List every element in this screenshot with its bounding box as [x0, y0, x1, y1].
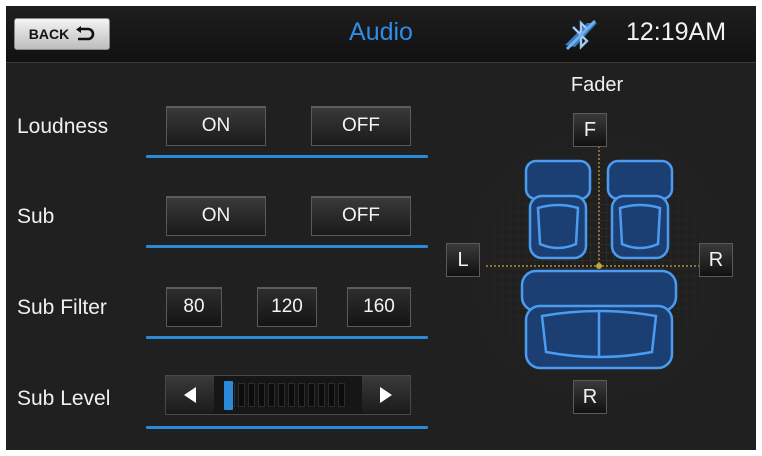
back-button[interactable]: BACK [14, 18, 110, 50]
sub-filter-120-button[interactable]: 120 [257, 287, 317, 327]
sub-level-track[interactable] [228, 383, 350, 407]
arrow-right-icon [380, 387, 392, 403]
sub-level-label: Sub Level [17, 387, 111, 410]
return-arrow-icon [76, 26, 95, 41]
fader-left-button[interactable]: L [446, 243, 480, 277]
loudness-label: Loudness [17, 115, 109, 138]
fader-right-button[interactable]: R [699, 243, 733, 277]
sub-off-button[interactable]: OFF [311, 196, 411, 236]
loudness-divider [146, 155, 428, 158]
sub-level-thumb[interactable] [224, 381, 233, 410]
clock: 12:19AM [626, 18, 727, 46]
sub-divider [146, 245, 428, 248]
loudness-on-button[interactable]: ON [166, 106, 266, 146]
fader-front-button[interactable]: F [573, 113, 607, 147]
front-left-seat-icon [524, 159, 592, 260]
sub-filter-160-button[interactable]: 160 [347, 287, 411, 327]
sub-on-button[interactable]: ON [166, 196, 266, 236]
sub-filter-divider [146, 336, 428, 339]
fader-label: Fader [570, 74, 624, 96]
audio-screen: BACK Audio 12:19AM Loudness ON OFF Sub O… [6, 6, 756, 450]
sub-level-increase-button[interactable] [362, 376, 410, 414]
sub-level-divider [146, 426, 428, 429]
rear-seat-icon [520, 269, 678, 370]
sub-level-decrease-button[interactable] [166, 376, 214, 414]
sub-filter-label: Sub Filter [17, 296, 107, 319]
header-bar: BACK Audio 12:19AM [6, 6, 756, 63]
page-title: Audio [349, 18, 413, 46]
bluetooth-off-icon[interactable] [563, 19, 599, 51]
fader-rear-button[interactable]: R [573, 380, 607, 414]
sub-label: Sub [17, 205, 55, 228]
sub-filter-80-button[interactable]: 80 [166, 287, 222, 327]
back-label: BACK [28, 26, 70, 42]
front-right-seat-icon [606, 159, 674, 260]
arrow-left-icon [184, 387, 196, 403]
sub-level-slider[interactable] [165, 375, 411, 415]
loudness-off-button[interactable]: OFF [311, 106, 411, 146]
